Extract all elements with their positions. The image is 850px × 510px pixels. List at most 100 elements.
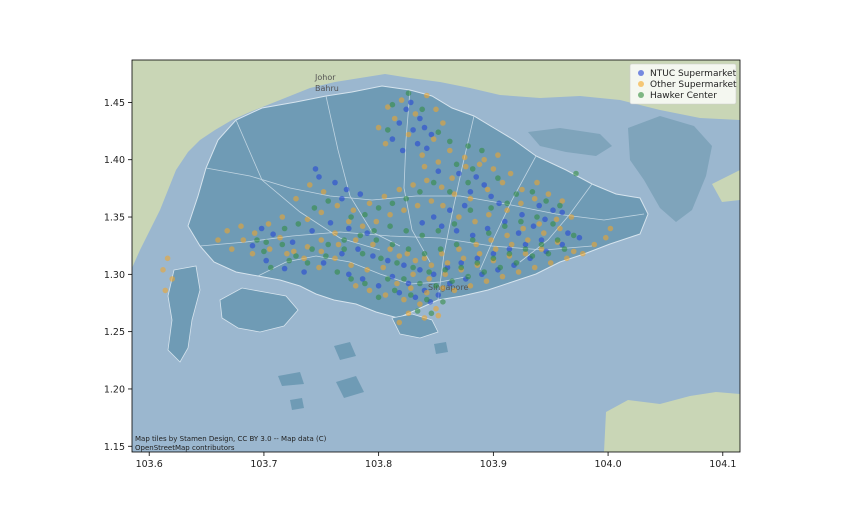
point-hawker-10 [430,179,437,186]
point-ntuc-47 [258,225,265,232]
point-hawker-69 [545,250,552,257]
point-other-supermarket-97 [467,283,474,289]
point-hawker-31 [410,264,416,271]
point-hawker-28 [359,250,366,257]
point-other-supermarket-127 [277,234,283,241]
legend-marker-ntuc [638,70,644,76]
point-other-supermarket-147 [591,241,598,248]
point-other-supermarket-106 [160,267,166,273]
point-ntuc-16 [339,195,345,202]
point-hawker-44 [518,218,524,225]
point-other-supermarket-85 [570,248,577,255]
point-ntuc-48 [249,242,256,249]
point-other-supermarket-32 [307,182,313,188]
point-hawker-60 [401,276,407,282]
point-other-supermarket-57 [553,216,560,223]
y-tick-label-3: 1.30 [104,270,125,281]
point-other-supermarket-90 [401,296,407,303]
point-hawker-81 [467,207,474,213]
point-other-supermarket-144 [534,179,540,186]
point-ntuc-74 [375,283,382,289]
point-ntuc-33 [519,211,525,218]
point-ntuc-1 [403,106,410,113]
point-ntuc-29 [453,228,460,234]
point-hawker-15 [362,211,368,218]
legend-label-ntuc: NTUC Supermarket [650,69,737,79]
point-hawker-37 [506,250,513,257]
point-other-supermarket-137 [421,163,428,170]
point-other-supermarket-92 [433,305,439,312]
point-ntuc-55 [370,253,376,259]
point-ntuc-5 [410,127,416,133]
point-other-supermarket-69 [396,253,403,259]
point-other-supermarket-9 [430,136,437,142]
y-tick-label-4: 1.35 [104,213,125,224]
point-ntuc-36 [542,216,548,223]
point-other-supermarket-118 [401,207,407,213]
point-other-supermarket-141 [518,200,524,207]
point-hawker-46 [486,230,492,236]
point-ntuc-70 [435,292,442,298]
southern-islet-4 [290,398,304,410]
point-hawker-22 [254,237,260,243]
point-other-supermarket-76 [426,276,432,282]
point-hawker-97 [504,200,510,207]
point-hawker-90 [543,198,549,204]
point-hawker-94 [465,143,471,149]
point-other-supermarket-15 [490,166,497,172]
point-hawker-54 [357,232,364,239]
point-other-supermarket-64 [476,250,483,257]
point-other-supermarket-108 [162,287,169,294]
point-ntuc-7 [389,136,396,142]
point-ntuc-37 [530,223,537,229]
point-other-supermarket-41 [284,250,290,257]
point-hawker-61 [417,280,423,287]
point-other-supermarket-107 [169,276,175,282]
point-ntuc-42 [346,225,352,232]
point-other-supermarket-55 [520,225,526,232]
point-other-supermarket-40 [266,246,273,252]
point-other-supermarket-35 [265,221,272,227]
point-ntuc-56 [385,257,391,264]
point-other-supermarket-52 [473,241,480,248]
point-ntuc-14 [343,186,350,193]
point-other-supermarket-65 [460,255,467,262]
point-ntuc-39 [559,209,565,216]
point-hawker-77 [375,294,382,301]
point-ntuc-40 [565,230,571,236]
point-other-supermarket-139 [545,191,552,197]
point-hawker-86 [387,223,393,229]
point-hawker-0 [405,90,412,96]
y-tick-label-6: 1.45 [104,98,125,109]
legend-label-hawker: Hawker Center [650,91,717,101]
point-hawker-56 [325,241,332,248]
point-ntuc-25 [447,207,453,213]
point-hawker-67 [513,260,520,266]
point-other-supermarket-133 [495,152,501,158]
point-hawker-79 [348,276,354,282]
point-hawker-38 [522,246,529,252]
point-other-supermarket-53 [488,237,494,243]
point-hawker-29 [378,255,384,262]
y-tick-label-0: 1.15 [104,442,125,453]
point-other-supermarket-62 [508,241,515,248]
point-other-supermarket-12 [447,147,453,154]
place-label-bahru: Bahru [315,84,339,93]
point-other-supermarket-100 [515,269,522,275]
point-other-supermarket-86 [394,280,400,287]
point-hawker-72 [408,292,414,298]
point-ntuc-13 [332,179,338,186]
point-hawker-7 [495,175,501,181]
point-ntuc-35 [550,207,556,213]
point-hawker-92 [573,170,579,177]
point-other-supermarket-99 [499,273,506,280]
point-other-supermarket-71 [364,267,371,273]
point-hawker-26 [323,253,329,259]
point-hawker-75 [414,308,421,314]
point-hawker-66 [497,264,504,271]
point-hawker-4 [435,129,442,135]
point-other-supermarket-68 [412,257,419,264]
point-ntuc-41 [327,220,334,226]
point-other-supermarket-3 [433,106,439,113]
point-other-supermarket-17 [499,179,506,186]
